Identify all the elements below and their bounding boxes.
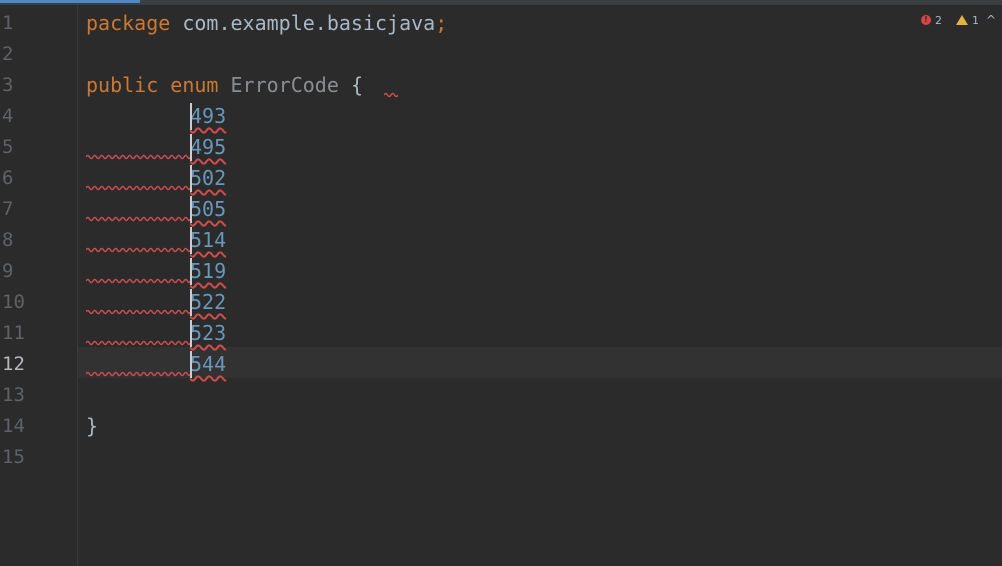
enum-constant[interactable]: 502 (190, 163, 226, 194)
line-number: 2 (2, 43, 14, 65)
line-number: 14 (2, 415, 25, 437)
line-number: 9 (2, 260, 14, 282)
keyword-public: public (86, 73, 159, 97)
line-number: 4 (2, 105, 14, 127)
package-name: com.example.basicjava (170, 11, 436, 35)
error-squiggle (86, 340, 190, 346)
error-squiggle (384, 92, 398, 98)
constant-value: 522 (190, 290, 227, 314)
opening-brace: { (350, 73, 363, 97)
line-number: 15 (2, 446, 25, 468)
constant-value: 502 (190, 166, 227, 190)
chevron-up-icon[interactable]: ^ (986, 13, 996, 27)
enum-constant[interactable]: 519 (190, 256, 226, 287)
line-number: 11 (2, 322, 25, 344)
error-squiggle (86, 216, 190, 222)
error-squiggle (86, 309, 190, 315)
error-count: 2 (934, 13, 942, 27)
code-line-package[interactable]: package com.example.basicjava; (86, 8, 447, 39)
constant-value: 544 (190, 352, 227, 376)
active-tab-indicator (0, 0, 140, 3)
enum-constant[interactable]: 523 (190, 318, 226, 349)
line-number: 3 (2, 74, 14, 96)
line-number-gutter[interactable]: 1 2 3 4 5 6 7 8 9 10 11 12 13 14 15 (0, 5, 78, 566)
error-squiggle (86, 278, 190, 284)
text-caret (190, 227, 192, 254)
line-number: 8 (2, 229, 14, 251)
closing-brace: } (86, 414, 99, 438)
line-number: 13 (2, 384, 25, 406)
text-caret (190, 258, 192, 285)
error-squiggle (86, 247, 190, 253)
constant-value: 523 (190, 321, 227, 345)
enum-constant[interactable]: 505 (190, 194, 226, 225)
constant-value: 495 (190, 135, 227, 159)
enum-constant[interactable]: 544 (190, 349, 226, 380)
text-caret (190, 134, 192, 161)
constant-value: 505 (190, 197, 227, 221)
text-caret (190, 351, 192, 378)
text-caret (190, 320, 192, 347)
inspection-widget[interactable]: ! 2 1 ^ (920, 12, 996, 28)
constant-value: 493 (190, 104, 227, 128)
warning-triangle-icon (955, 15, 968, 25)
line-number: 5 (2, 136, 14, 158)
warning-count: 1 (971, 13, 979, 27)
line-number: 6 (2, 167, 14, 189)
code-line-enum-declaration[interactable]: public enum ErrorCode { (86, 70, 363, 101)
keyword-enum: enum (170, 73, 219, 97)
enum-constant[interactable]: 493 (190, 101, 226, 132)
enum-type-name: ErrorCode (230, 73, 339, 97)
enum-constant[interactable]: 522 (190, 287, 226, 318)
text-caret (190, 289, 192, 316)
editor-tab-strip (0, 0, 1002, 5)
line-number: 1 (2, 12, 14, 34)
constant-value: 519 (190, 259, 227, 283)
enum-constant[interactable]: 514 (190, 225, 226, 256)
error-squiggle (86, 154, 190, 160)
error-circle-icon: ! (920, 15, 931, 25)
text-caret (190, 165, 192, 192)
keyword-package: package (86, 11, 171, 35)
error-squiggle (86, 185, 190, 191)
line-number-current: 12 (2, 353, 25, 375)
semicolon: ; (435, 11, 448, 35)
enum-constant[interactable]: 495 (190, 132, 226, 163)
line-number: 10 (2, 291, 25, 313)
constant-value: 514 (190, 228, 227, 252)
text-caret (190, 103, 192, 130)
text-caret (190, 196, 192, 223)
error-squiggle (86, 371, 190, 377)
code-line-closing-brace[interactable]: } (86, 411, 98, 442)
line-number: 7 (2, 198, 14, 220)
